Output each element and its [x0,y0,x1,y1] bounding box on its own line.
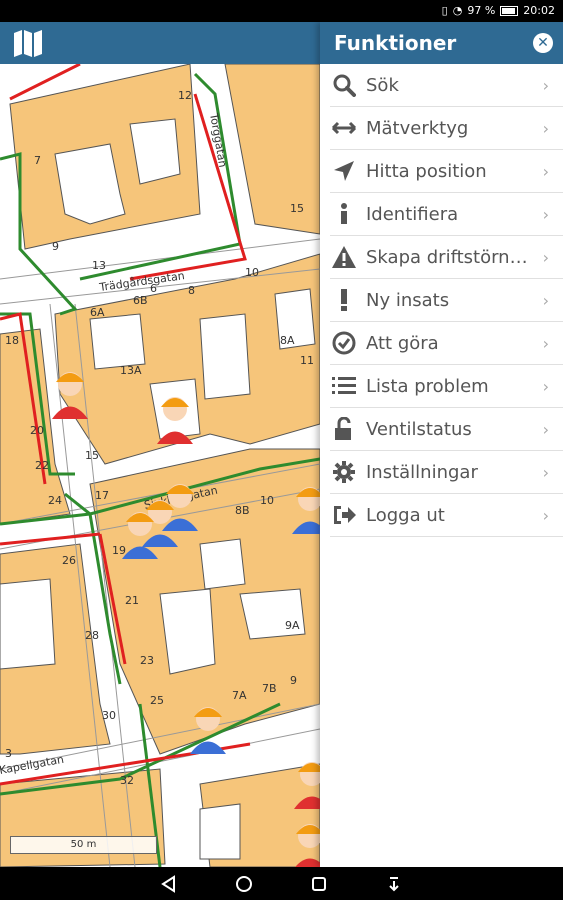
menu-item-new-effort[interactable]: Ny insats › [330,279,563,322]
menu-item-label: Skapa driftstörn… [366,246,528,268]
menu-item-label: Logga ut [366,504,445,526]
svg-text:7B: 7B [262,682,277,695]
svg-text:15: 15 [290,202,304,215]
svg-text:28: 28 [85,629,99,642]
svg-text:25: 25 [150,694,164,707]
chevron-right-icon: › [542,506,549,525]
check-circle-icon [330,329,358,357]
svg-text:11: 11 [300,354,314,367]
location-arrow-icon [330,157,358,185]
svg-text:10: 10 [245,266,259,279]
menu-item-label: Ventilstatus [366,418,472,440]
svg-text:18: 18 [5,334,19,347]
svg-text:20: 20 [30,424,44,437]
svg-text:13: 13 [92,259,106,272]
svg-text:23: 23 [140,654,154,667]
chevron-right-icon: › [542,377,549,396]
svg-text:21: 21 [125,594,139,607]
svg-text:9A: 9A [285,619,300,632]
menu-item-label: Sök [366,74,399,96]
svg-text:24: 24 [48,494,62,507]
svg-text:8A: 8A [280,334,295,347]
panel-header: Funktioner ✕ [320,22,563,64]
measure-icon [330,114,358,142]
chevron-right-icon: › [542,76,549,95]
functions-panel: Funktioner ✕ Sök › Mätverktyg › Hitta po… [320,22,563,867]
logout-icon [330,501,358,529]
recent-apps-icon[interactable] [310,875,328,893]
search-icon [330,71,358,99]
menu-item-label: Ny insats [366,289,450,311]
chevron-right-icon: › [542,420,549,439]
wifi-icon: ◔ [452,4,463,17]
svg-text:19: 19 [112,544,126,557]
back-icon[interactable] [160,875,178,893]
menu-item-valve-status[interactable]: Ventilstatus › [330,408,563,451]
scale-bar: 50 m [10,836,157,854]
status-bar: ▯ ◔ 97 % 20:02 [0,0,563,22]
warning-icon [330,243,358,271]
chevron-right-icon: › [542,119,549,138]
menu-item-find-position[interactable]: Hitta position › [330,150,563,193]
chevron-right-icon: › [542,162,549,181]
info-icon [330,200,358,228]
svg-text:8: 8 [188,284,195,297]
svg-text:7A: 7A [232,689,247,702]
vibrate-icon: ▯ [441,4,448,17]
map-icon[interactable] [12,28,44,58]
menu-item-label: Lista problem [366,375,489,397]
chevron-right-icon: › [542,205,549,224]
svg-text:17: 17 [95,489,109,502]
panel-title: Funktioner [334,31,457,55]
close-button[interactable]: ✕ [533,33,553,53]
menu-item-todo[interactable]: Att göra › [330,322,563,365]
menu-item-label: Inställningar [366,461,478,483]
svg-text:7: 7 [34,154,41,167]
notification-pull-icon[interactable] [385,875,403,893]
svg-text:9: 9 [52,240,59,253]
chevron-right-icon: › [542,248,549,267]
battery-percent: 97 % [467,4,496,17]
system-nav-bar [0,867,563,900]
scale-label: 50 m [70,839,97,850]
menu-item-list-problems[interactable]: Lista problem › [330,365,563,408]
svg-text:8B: 8B [235,504,250,517]
menu-item-measure[interactable]: Mätverktyg › [330,107,563,150]
menu-item-create-outage[interactable]: Skapa driftstörn… › [330,236,563,279]
svg-text:6B: 6B [133,294,148,307]
menu-item-logout[interactable]: Logga ut › [330,494,563,537]
home-icon[interactable] [235,875,253,893]
svg-text:15: 15 [85,449,99,462]
menu-item-identify[interactable]: Identifiera › [330,193,563,236]
list-icon [330,372,358,400]
battery-icon [500,5,519,16]
house-number: 12 [178,89,192,102]
menu-item-label: Att göra [366,332,439,354]
map-canvas[interactable]: 12 7 9 13 15 10 8 6A 6B 6 13A 8A 8B 10 1… [0,64,320,867]
svg-text:10: 10 [260,494,274,507]
menu-item-label: Identifiera [366,203,459,225]
menu-item-label: Mätverktyg [366,117,469,139]
chevron-right-icon: › [542,334,549,353]
svg-text:26: 26 [62,554,76,567]
clock: 20:02 [523,4,555,17]
svg-text:6A: 6A [90,306,105,319]
gear-icon [330,458,358,486]
svg-text:9: 9 [290,674,297,687]
map-view[interactable]: 12 7 9 13 15 10 8 6A 6B 6 13A 8A 8B 10 1… [0,64,320,867]
menu-item-label: Hitta position [366,160,487,182]
svg-text:3: 3 [5,747,12,760]
svg-text:22: 22 [35,459,49,472]
menu-item-search[interactable]: Sök › [330,64,563,107]
chevron-right-icon: › [542,291,549,310]
unlock-icon [330,415,358,443]
chevron-right-icon: › [542,463,549,482]
svg-text:13A: 13A [120,364,142,377]
svg-text:30: 30 [102,709,116,722]
svg-text:32: 32 [120,774,134,787]
exclamation-icon [330,286,358,314]
menu-item-settings[interactable]: Inställningar › [330,451,563,494]
